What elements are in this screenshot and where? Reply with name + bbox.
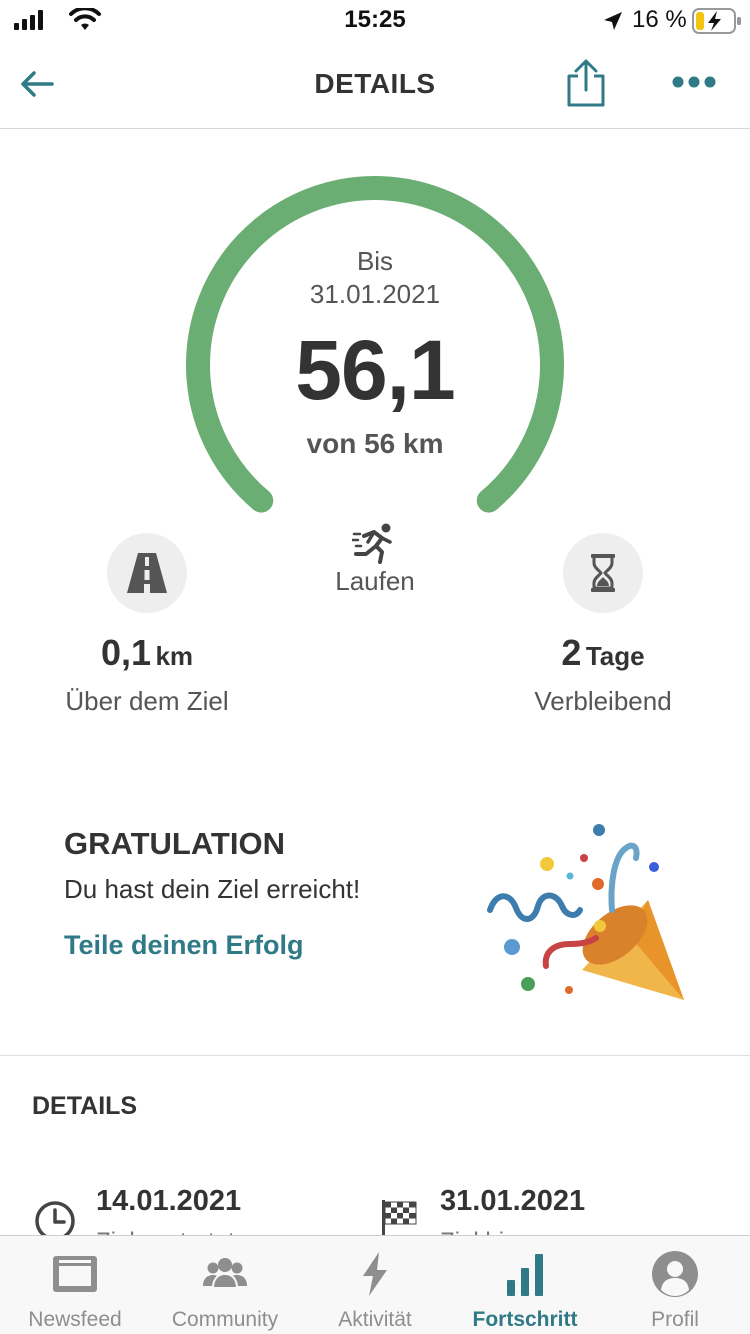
congrats-text: Du hast dein Ziel erreicht! [64,874,361,904]
status-bar: 15:25 16 % [0,0,750,44]
battery-charging-icon [692,8,741,34]
over-goal-label: Über dem Ziel [65,686,229,716]
remaining-label: Verbleibend [534,686,672,716]
activity-bolt-icon [363,1252,387,1296]
tab-newsfeed[interactable]: Newsfeed [0,1236,150,1334]
goal-start-date: 14.01.2021 [96,1185,242,1217]
goal-end-date-detail: 31.01.2021 [440,1185,586,1217]
party-popper-icon [487,824,684,1000]
community-icon [203,1258,247,1289]
remaining-badge [563,533,643,613]
goal-target-text: von 56 km [306,428,444,459]
bottom-tab-bar: Newsfeed Community Aktivität Fortschritt [0,1235,750,1334]
tab-label: Profil [651,1308,699,1331]
newsfeed-icon [53,1256,97,1292]
tab-label: Community [171,1308,279,1331]
over-goal-value: 0,1 [100,632,151,673]
over-goal-badge [107,533,187,613]
tab-profile[interactable]: Profil [600,1236,750,1334]
tab-progress[interactable]: Fortschritt [450,1236,600,1334]
tab-label: Newsfeed [28,1308,122,1331]
congrats-title: GRATULATION [64,826,285,861]
section-divider [0,1055,750,1056]
battery-percent: 16 % [632,6,687,33]
goal-until-label: Bis [356,246,394,276]
share-icon[interactable] [564,58,608,108]
running-icon [352,523,392,564]
progress-bars-icon [507,1254,543,1296]
tab-community[interactable]: Community [150,1236,300,1334]
location-arrow-icon [604,12,622,30]
share-success-link[interactable]: Teile deinen Erfolg [64,930,304,961]
page-title: DETAILS [314,68,436,99]
remaining-unit: Tage [585,641,645,671]
remaining-value: 2 [561,632,582,673]
tab-label: Fortschritt [472,1308,578,1331]
remaining-stat: 2 Tage [483,632,723,674]
road-icon [127,553,167,593]
goal-end-date: 31.01.2021 [309,279,441,309]
checkered-flag-icon [382,1200,417,1238]
goal-progress-value: 56,1 [295,323,456,417]
over-goal-stat: 0,1 km [27,632,267,674]
profile-icon [652,1251,698,1297]
over-goal-unit: km [155,641,194,671]
details-section-title: DETAILS [32,1092,138,1120]
navigation-header: DETAILS [0,44,750,129]
more-options-icon[interactable] [670,70,718,94]
hourglass-icon [591,554,615,592]
tab-label: Aktivität [338,1308,412,1331]
tab-activity[interactable]: Aktivität [300,1236,450,1334]
